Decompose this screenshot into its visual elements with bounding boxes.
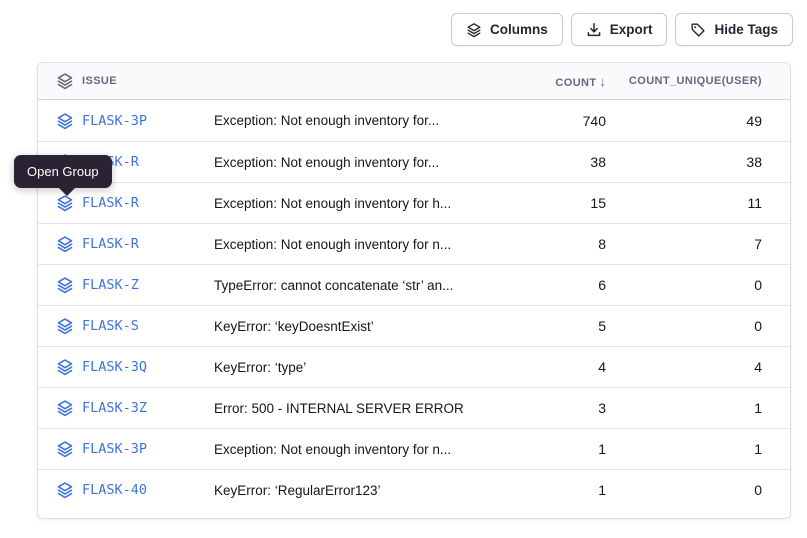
open-group-stack-icon[interactable] (38, 399, 82, 417)
tag-icon (690, 22, 706, 38)
count-value: 3 (486, 400, 606, 416)
issue-link[interactable]: FLASK-3P (82, 113, 147, 129)
hide-tags-button[interactable]: Hide Tags (675, 13, 793, 46)
open-group-stack-icon[interactable] (38, 317, 82, 335)
table-row: FLASK-3P Exception: Not enough inventory… (38, 100, 790, 141)
tooltip-caret (59, 188, 75, 196)
toolbar: Columns Export Hide Tags (451, 13, 793, 46)
issue-message: Error: 500 - INTERNAL SERVER ERROR (214, 401, 486, 416)
issue-message: Exception: Not enough inventory for n... (214, 237, 486, 252)
open-group-stack-icon[interactable] (38, 112, 82, 130)
column-header-count-unique[interactable]: COUNT_UNIQUE(USER) (606, 75, 790, 87)
export-button[interactable]: Export (571, 13, 668, 46)
count-value: 4 (486, 359, 606, 375)
column-header-count[interactable]: COUNT↓ (486, 74, 606, 89)
issue-link[interactable]: FLASK-Z (82, 277, 139, 293)
table-row: FLASK-R Exception: Not enough inventory … (38, 182, 790, 223)
issue-message: KeyError: ‘type’ (214, 360, 486, 375)
open-group-stack-icon[interactable] (38, 235, 82, 253)
open-group-tooltip: Open Group (14, 155, 112, 188)
count-value: 740 (486, 113, 606, 129)
issue-link[interactable]: FLASK-R (82, 236, 139, 252)
open-group-stack-icon[interactable] (38, 440, 82, 458)
issue-link[interactable]: FLASK-3Q (82, 359, 147, 375)
count-unique-value: 49 (606, 113, 790, 129)
issue-message: KeyError: ‘keyDoesntExist’ (214, 319, 486, 334)
table-row: FLASK-3Z Error: 500 - INTERNAL SERVER ER… (38, 387, 790, 428)
table-row: FLASK-40 KeyError: ‘RegularError123’ 1 0 (38, 469, 790, 510)
issue-link[interactable]: FLASK-S (82, 318, 139, 334)
open-group-stack-icon[interactable] (38, 276, 82, 294)
open-group-tooltip-label: Open Group (27, 164, 99, 179)
count-unique-value: 1 (606, 400, 790, 416)
export-button-label: Export (610, 22, 653, 37)
count-value: 8 (486, 236, 606, 252)
issue-link[interactable]: FLASK-3Z (82, 400, 147, 416)
issue-link[interactable]: FLASK-R (82, 195, 139, 211)
columns-stack-icon (466, 22, 482, 38)
table-row: FLASK-3P Exception: Not enough inventory… (38, 428, 790, 469)
table-row: FLASK-3Q KeyError: ‘type’ 4 4 (38, 346, 790, 387)
issue-message: KeyError: ‘RegularError123’ (214, 483, 486, 498)
hide-tags-button-label: Hide Tags (714, 22, 778, 37)
issue-message: Exception: Not enough inventory for h... (214, 196, 486, 211)
columns-button-label: Columns (490, 22, 548, 37)
count-unique-value: 0 (606, 277, 790, 293)
issues-table: ISSUE COUNT↓ COUNT_UNIQUE(USER) FLASK-3P… (37, 62, 791, 519)
columns-button[interactable]: Columns (451, 13, 563, 46)
count-value: 5 (486, 318, 606, 334)
table-row: FLASK-R Exception: Not enough inventory … (38, 223, 790, 264)
table-header-row: ISSUE COUNT↓ COUNT_UNIQUE(USER) (38, 63, 790, 100)
count-value: 15 (486, 195, 606, 211)
count-unique-value: 7 (606, 236, 790, 252)
table-row: FLASK-Z TypeError: cannot concatenate ‘s… (38, 264, 790, 305)
column-header-issue[interactable]: ISSUE (82, 75, 214, 87)
stack-icon (38, 72, 82, 90)
issue-message: Exception: Not enough inventory for n... (214, 442, 486, 457)
issue-link[interactable]: FLASK-40 (82, 482, 147, 498)
open-group-stack-icon[interactable] (38, 358, 82, 376)
open-group-stack-icon[interactable] (38, 194, 82, 212)
count-unique-value: 0 (606, 482, 790, 498)
count-unique-value: 11 (606, 195, 790, 211)
count-value: 6 (486, 277, 606, 293)
issue-message: Exception: Not enough inventory for... (214, 155, 486, 170)
count-value: 1 (486, 441, 606, 457)
count-unique-value: 0 (606, 318, 790, 334)
count-unique-value: 38 (606, 154, 790, 170)
count-value: 38 (486, 154, 606, 170)
export-download-icon (586, 22, 602, 38)
count-value: 1 (486, 482, 606, 498)
open-group-stack-icon[interactable] (38, 481, 82, 499)
count-unique-value: 4 (606, 359, 790, 375)
issue-link[interactable]: FLASK-3P (82, 441, 147, 457)
issue-message: Exception: Not enough inventory for... (214, 113, 486, 128)
table-row: FLASK-S KeyError: ‘keyDoesntExist’ 5 0 (38, 305, 790, 346)
table-row: FLASK-R Exception: Not enough inventory … (38, 141, 790, 182)
issue-message: TypeError: cannot concatenate ‘str’ an..… (214, 278, 486, 293)
count-unique-value: 1 (606, 441, 790, 457)
